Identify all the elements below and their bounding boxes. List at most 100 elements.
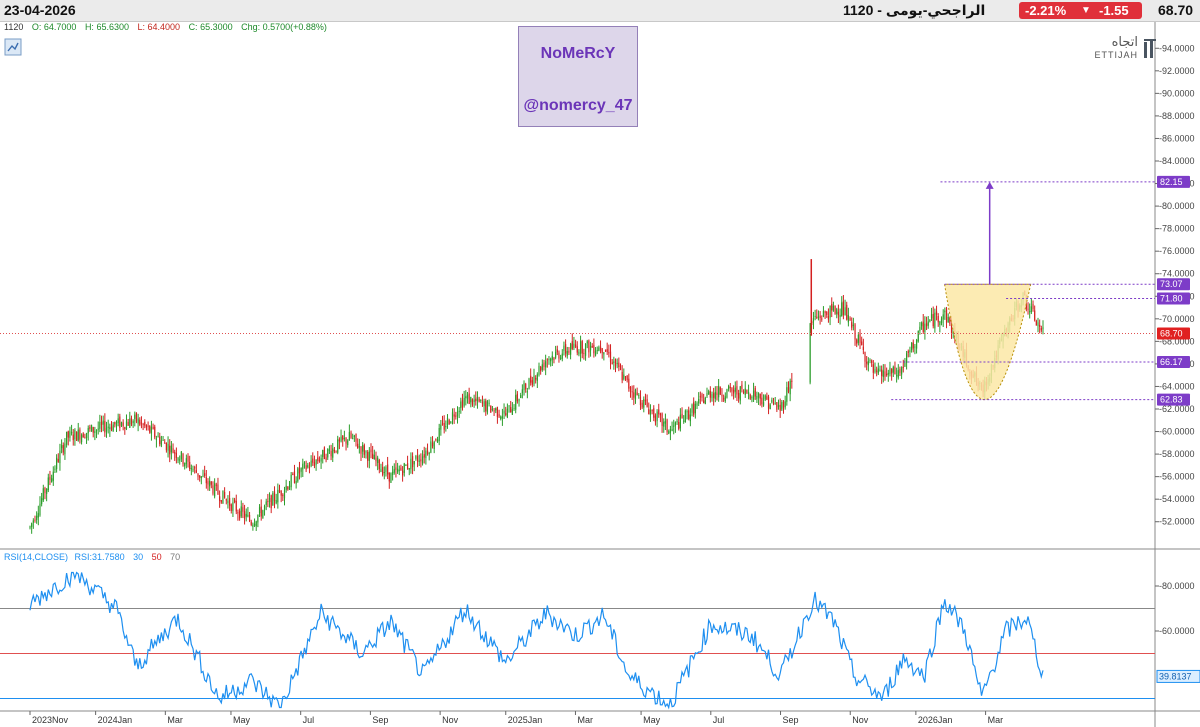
price-candle — [721, 394, 723, 397]
price-candle — [433, 441, 435, 449]
price-candle — [195, 470, 197, 473]
price-candle — [912, 342, 914, 349]
date-label: Nov — [442, 715, 459, 725]
price-candle — [571, 341, 573, 349]
price-candle — [756, 395, 758, 400]
price-candle — [456, 411, 459, 417]
price-candle — [120, 422, 123, 426]
price-candle — [679, 414, 681, 429]
price-candle — [917, 331, 919, 342]
price-candle — [694, 403, 696, 414]
price-candle — [857, 334, 859, 343]
price-candle — [688, 410, 690, 419]
price-candle — [465, 396, 467, 399]
price-candle — [741, 384, 743, 389]
price-candle — [698, 398, 700, 404]
price-candle — [749, 394, 751, 399]
price-candle — [332, 448, 334, 458]
logo-mark-icon — [1144, 39, 1156, 58]
price-candle — [709, 391, 711, 398]
price-candle — [747, 392, 750, 395]
price-candle — [831, 303, 833, 311]
price-candle — [255, 521, 257, 527]
price-tick-label: -84.0000 — [1159, 156, 1195, 166]
price-candle — [373, 454, 375, 460]
price-candle — [318, 459, 321, 462]
price-candle — [530, 375, 532, 383]
date-label: Mar — [167, 715, 183, 725]
price-candle — [812, 318, 815, 322]
price-candle — [273, 491, 276, 501]
price-candle — [77, 429, 79, 441]
price-candle — [910, 342, 913, 351]
price-candle — [199, 475, 201, 478]
price-candle — [784, 401, 786, 408]
price-candle — [436, 439, 439, 443]
price-candle — [691, 404, 693, 413]
price-candle — [814, 315, 816, 317]
price-candle — [380, 469, 382, 472]
price-candle — [569, 343, 572, 355]
price-candle — [782, 401, 785, 408]
price-candle — [701, 394, 703, 398]
price-candle — [568, 350, 570, 353]
price-candle — [343, 437, 345, 439]
price-candle — [751, 397, 753, 399]
price-candle — [114, 421, 116, 425]
price-candle — [488, 402, 490, 404]
price-candle — [599, 346, 602, 351]
price-candle — [184, 463, 186, 467]
price-candle — [333, 449, 335, 452]
price-candle — [503, 410, 505, 414]
price-candle — [558, 352, 560, 359]
price-candle — [520, 394, 522, 398]
price-candle — [215, 484, 217, 486]
logo-latin: ETTIJAH — [1094, 50, 1138, 60]
price-candle — [699, 396, 701, 398]
price-candle — [463, 397, 465, 406]
level-label: 73.07 — [1160, 279, 1183, 289]
price-candle — [949, 317, 951, 324]
price-candle — [426, 450, 429, 454]
price-candle — [1034, 310, 1036, 321]
price-candle — [242, 507, 244, 512]
price-candle — [406, 463, 409, 469]
date-label: Sep — [783, 715, 799, 725]
price-candle — [894, 366, 896, 375]
price-candle — [297, 468, 299, 482]
price-candle — [708, 391, 710, 395]
price-candle — [844, 307, 846, 316]
price-candle — [260, 506, 262, 517]
price-candle — [654, 415, 657, 423]
price-candle — [666, 419, 668, 432]
level-label: 71.80 — [1160, 294, 1183, 304]
price-candle — [560, 357, 562, 359]
price-candle — [438, 428, 440, 442]
price-candle — [420, 459, 422, 462]
price-candle — [410, 458, 412, 470]
price-candle — [550, 358, 552, 362]
chart-tool-icon[interactable] — [4, 38, 22, 56]
price-candle — [125, 421, 128, 430]
price-candle — [144, 421, 146, 426]
price-candle — [619, 365, 622, 371]
price-candle — [252, 524, 254, 527]
price-candle — [220, 500, 222, 503]
price-candle — [453, 414, 455, 417]
price-candle — [355, 433, 357, 442]
price-candle — [877, 368, 879, 374]
price-tick-label: -90.0000 — [1159, 88, 1195, 98]
price-tick-label: -64.0000 — [1159, 381, 1195, 391]
price-candle — [352, 437, 354, 439]
price-candle — [62, 444, 64, 453]
price-candle — [501, 416, 504, 419]
price-candle — [270, 495, 272, 509]
price-candle — [616, 362, 618, 365]
price-candle — [466, 394, 469, 399]
price-candle — [160, 440, 163, 446]
price-candle — [639, 396, 642, 406]
price-candle — [285, 485, 287, 490]
price-candle — [275, 500, 277, 504]
price-candle — [57, 459, 59, 462]
price-candle — [112, 424, 114, 432]
